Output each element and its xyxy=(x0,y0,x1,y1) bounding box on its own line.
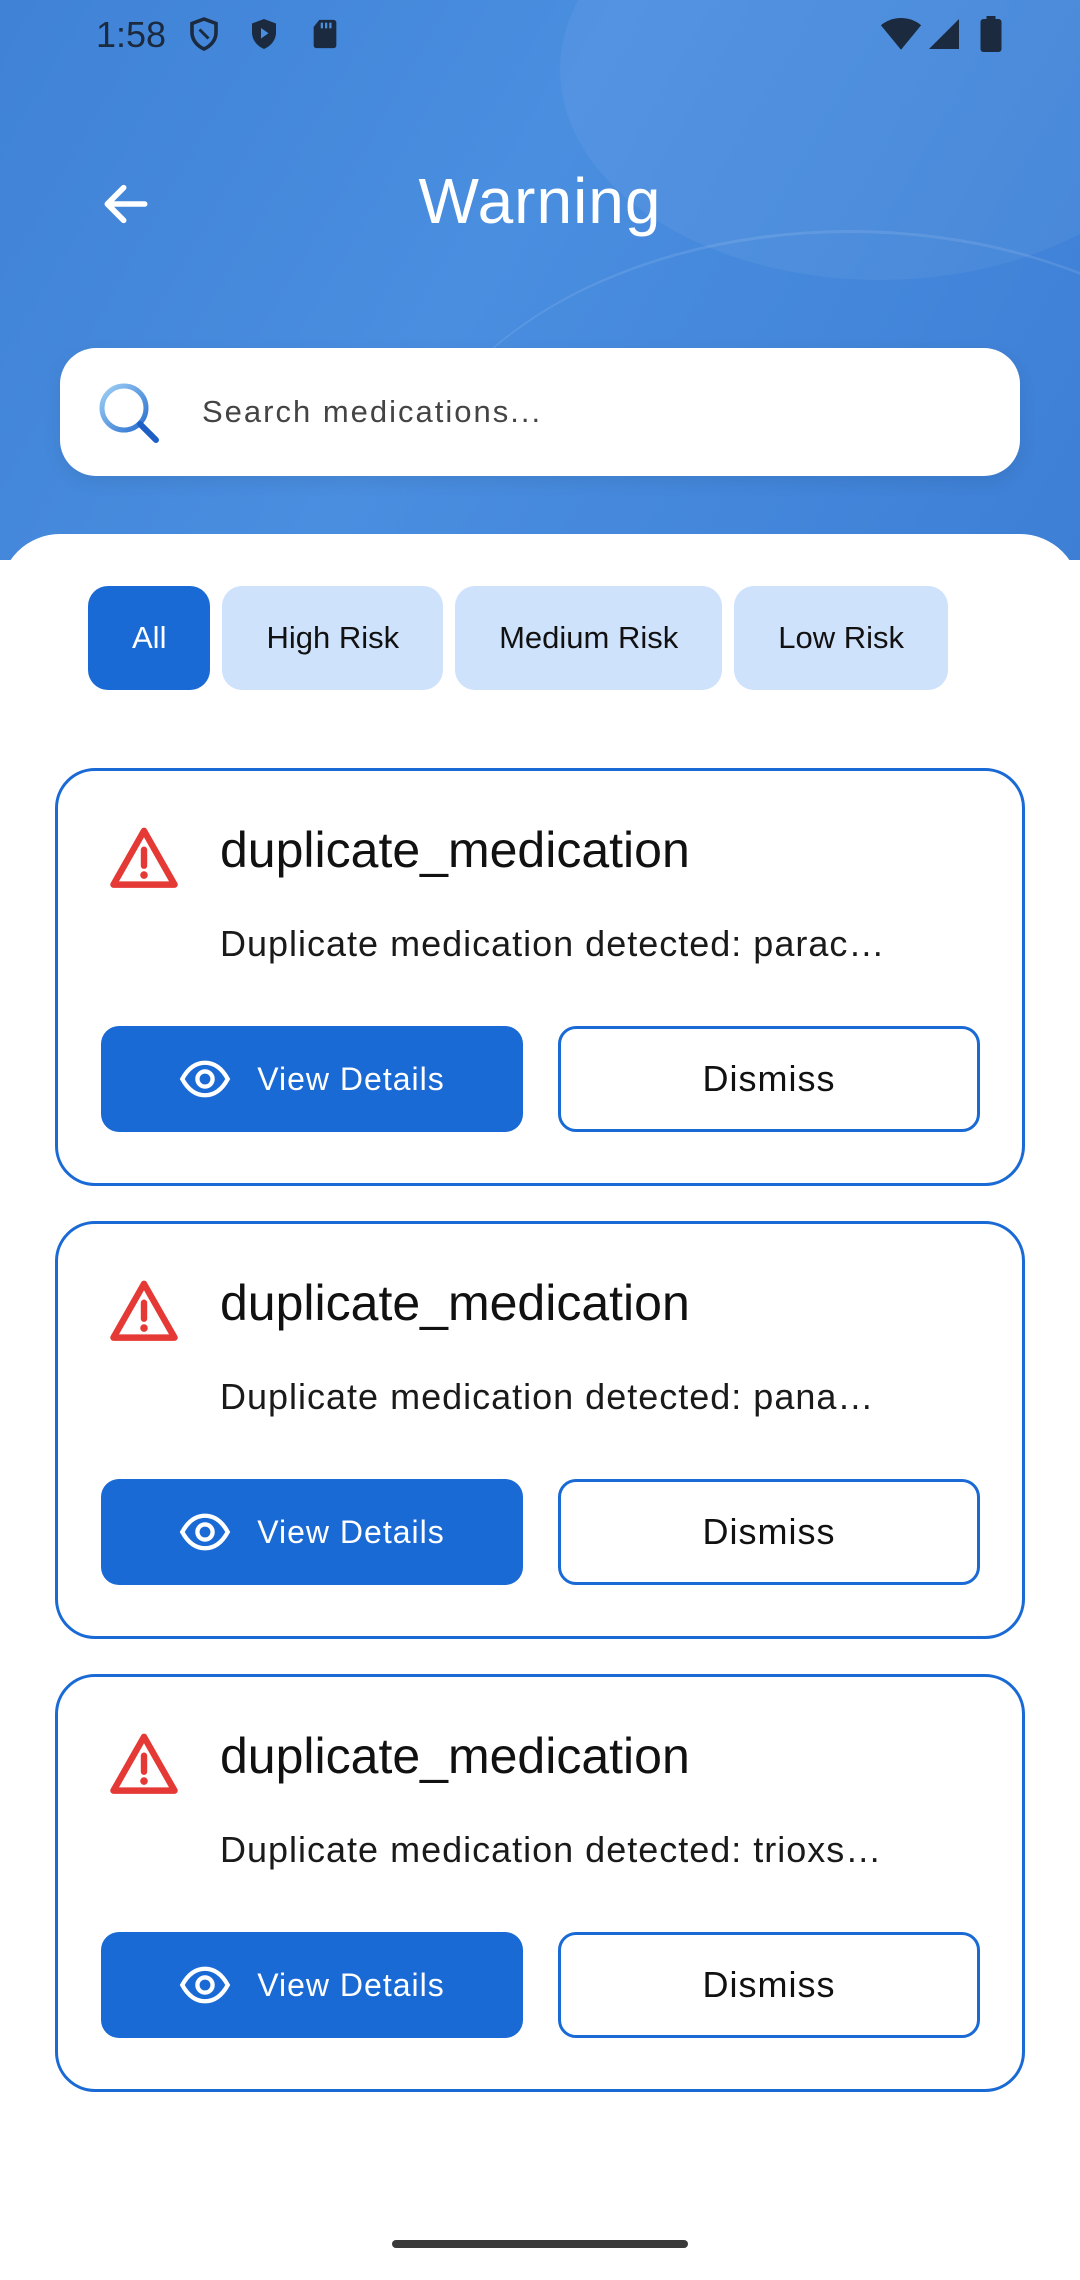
home-indicator[interactable] xyxy=(392,2240,688,2248)
warning-card: duplicate_medication Duplicate medicatio… xyxy=(55,1221,1025,1639)
wifi-icon xyxy=(880,18,922,50)
search-icon xyxy=(99,383,159,443)
dismiss-button[interactable]: Dismiss xyxy=(558,1026,980,1132)
status-bar: 1:58 xyxy=(0,0,1080,66)
warning-card: duplicate_medication Duplicate medicatio… xyxy=(55,768,1025,1186)
page-title: Warning xyxy=(418,165,662,237)
warning-description: Duplicate medication detected: pana… xyxy=(220,1376,875,1417)
eye-icon xyxy=(180,1060,231,1098)
dismiss-button[interactable]: Dismiss xyxy=(558,1932,980,2038)
view-details-label: View Details xyxy=(257,1513,445,1550)
search-bar[interactable] xyxy=(60,348,1020,476)
warning-card: duplicate_medication Duplicate medicatio… xyxy=(55,1674,1025,2092)
warning-icon xyxy=(110,1733,178,1794)
filter-chip-medium-risk[interactable]: Medium Risk xyxy=(455,586,723,690)
sd-card-icon xyxy=(313,19,337,49)
view-details-button[interactable]: View Details xyxy=(101,1026,523,1132)
eye-icon xyxy=(180,1513,231,1551)
view-details-label: View Details xyxy=(257,1966,445,2003)
eye-icon xyxy=(180,1966,231,2004)
dismiss-button[interactable]: Dismiss xyxy=(558,1479,980,1585)
warning-icon xyxy=(110,827,178,888)
signal-icon xyxy=(929,19,959,49)
warning-title: duplicate_medication xyxy=(220,1728,690,1784)
play-shield-icon xyxy=(252,19,276,49)
shield-icon xyxy=(190,17,218,51)
status-time: 1:58 xyxy=(96,14,167,55)
view-details-button[interactable]: View Details xyxy=(101,1932,523,2038)
warning-icon xyxy=(110,1280,178,1341)
view-details-label: View Details xyxy=(257,1060,445,1097)
battery-icon xyxy=(980,16,1002,52)
warning-description: Duplicate medication detected: trioxs… xyxy=(220,1829,883,1870)
filter-chip-high-risk[interactable]: High Risk xyxy=(222,586,444,690)
warning-title: duplicate_medication xyxy=(220,1275,690,1331)
filter-chip-low-risk[interactable]: Low Risk xyxy=(734,586,949,690)
filter-chips: All High Risk Medium Risk Low Risk xyxy=(88,586,949,690)
header-background xyxy=(0,0,1080,560)
search-input[interactable] xyxy=(202,376,982,448)
warning-title: duplicate_medication xyxy=(220,822,690,878)
filter-chip-all[interactable]: All xyxy=(88,586,211,690)
warning-description: Duplicate medication detected: parac… xyxy=(220,923,886,964)
view-details-button[interactable]: View Details xyxy=(101,1479,523,1585)
